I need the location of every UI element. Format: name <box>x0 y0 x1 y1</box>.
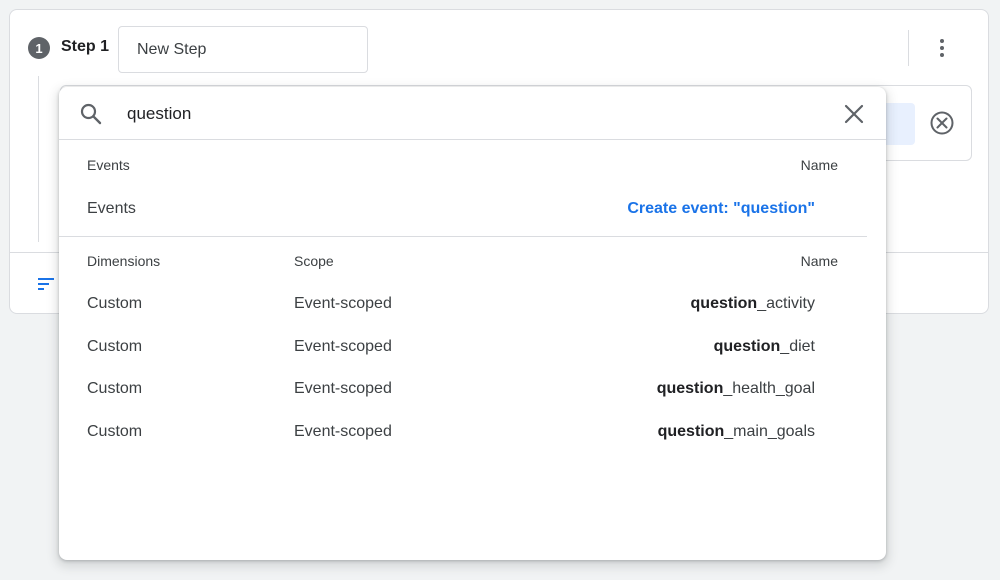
filter-icon[interactable] <box>38 276 56 292</box>
close-icon[interactable] <box>843 103 865 125</box>
dimension-row[interactable]: Custom Event-scoped question_diet <box>59 326 886 368</box>
dimension-type: Custom <box>87 423 143 440</box>
section-divider <box>59 236 867 237</box>
dimension-scope: Event-scoped <box>294 295 392 312</box>
dimensions-header: Dimensions <box>87 253 161 269</box>
events-header: Events <box>87 157 130 173</box>
dimension-scope: Event-scoped <box>294 338 392 355</box>
more-vert-icon[interactable] <box>928 34 956 62</box>
dimension-type: Custom <box>87 338 143 355</box>
dimension-scope: Event-scoped <box>294 423 392 440</box>
dimension-row[interactable]: Custom Event-scoped question_health_goal <box>59 368 886 410</box>
step-name-input[interactable] <box>118 26 368 73</box>
dimension-name: question_main_goals <box>657 423 815 440</box>
step-label: Step 1 <box>61 38 110 55</box>
header-divider <box>908 30 909 66</box>
dimension-name: question_health_goal <box>656 380 815 397</box>
name-header: Name <box>800 253 838 269</box>
search-dropdown: Events Name Events Create event: "questi… <box>59 87 886 560</box>
remove-circle-icon[interactable] <box>928 109 956 137</box>
search-row <box>59 87 886 140</box>
scope-header: Scope <box>294 253 334 269</box>
events-row-label: Events <box>87 200 136 217</box>
dimension-type: Custom <box>87 380 143 397</box>
dimension-row[interactable]: Custom Event-scoped question_main_goals <box>59 411 886 453</box>
dimension-type: Custom <box>87 295 143 312</box>
step-number-badge: 1 <box>28 37 50 59</box>
dimension-row[interactable]: Custom Event-scoped question_activity <box>59 283 886 325</box>
search-icon <box>80 103 102 125</box>
events-name-header: Name <box>800 157 838 173</box>
step-connector-line <box>38 76 39 242</box>
dimension-name: question_activity <box>690 295 815 312</box>
search-input[interactable] <box>127 99 767 129</box>
dimension-name: question_diet <box>713 338 815 355</box>
create-event-link[interactable]: Create event: "question" <box>627 200 815 218</box>
dimension-scope: Event-scoped <box>294 380 392 397</box>
